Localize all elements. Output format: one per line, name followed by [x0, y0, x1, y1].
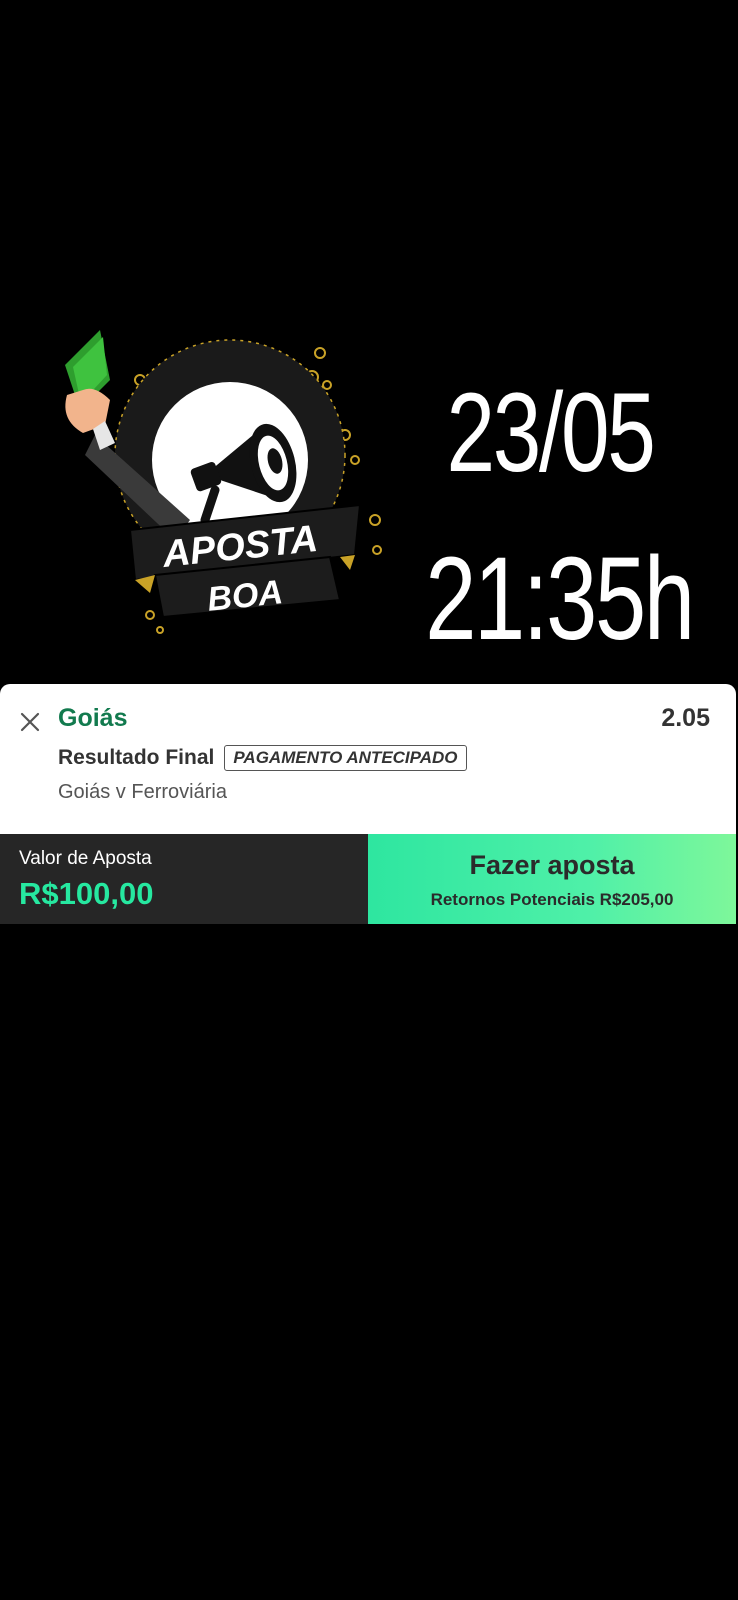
logo-text-boa: BOA [206, 573, 285, 619]
stake-label: Valor de Aposta [19, 848, 152, 869]
betslip-card: Goiás 2.05 Resultado Final PAGAMENTO ANT… [0, 684, 736, 834]
event-time: 21:35h [425, 533, 695, 665]
place-bet-button[interactable]: Fazer aposta Retornos Potenciais R$205,0… [368, 834, 736, 924]
place-bet-label: Fazer aposta [469, 850, 635, 880]
stake-field[interactable]: Valor de Aposta R$100,00 [0, 834, 368, 924]
potential-returns: Retornos Potenciais R$205,00 [430, 890, 674, 909]
selection-name: Goiás [58, 704, 128, 732]
close-icon[interactable] [18, 710, 42, 734]
empty-background [0, 924, 738, 1600]
promo-banner: APOSTA BOA 23/05 21:35h [0, 0, 738, 680]
stake-value: R$100,00 [19, 876, 154, 911]
event-date: 23/05 [446, 370, 656, 495]
market-name: Resultado Final [58, 746, 215, 769]
selection-odds: 2.05 [661, 704, 710, 732]
market-row: Resultado Final PAGAMENTO ANTECIPADO [58, 745, 467, 771]
aposta-boa-logo: APOSTA BOA [55, 325, 405, 675]
event-name: Goiás v Ferroviária [58, 781, 227, 803]
early-payout-badge: PAGAMENTO ANTECIPADO [224, 745, 467, 771]
